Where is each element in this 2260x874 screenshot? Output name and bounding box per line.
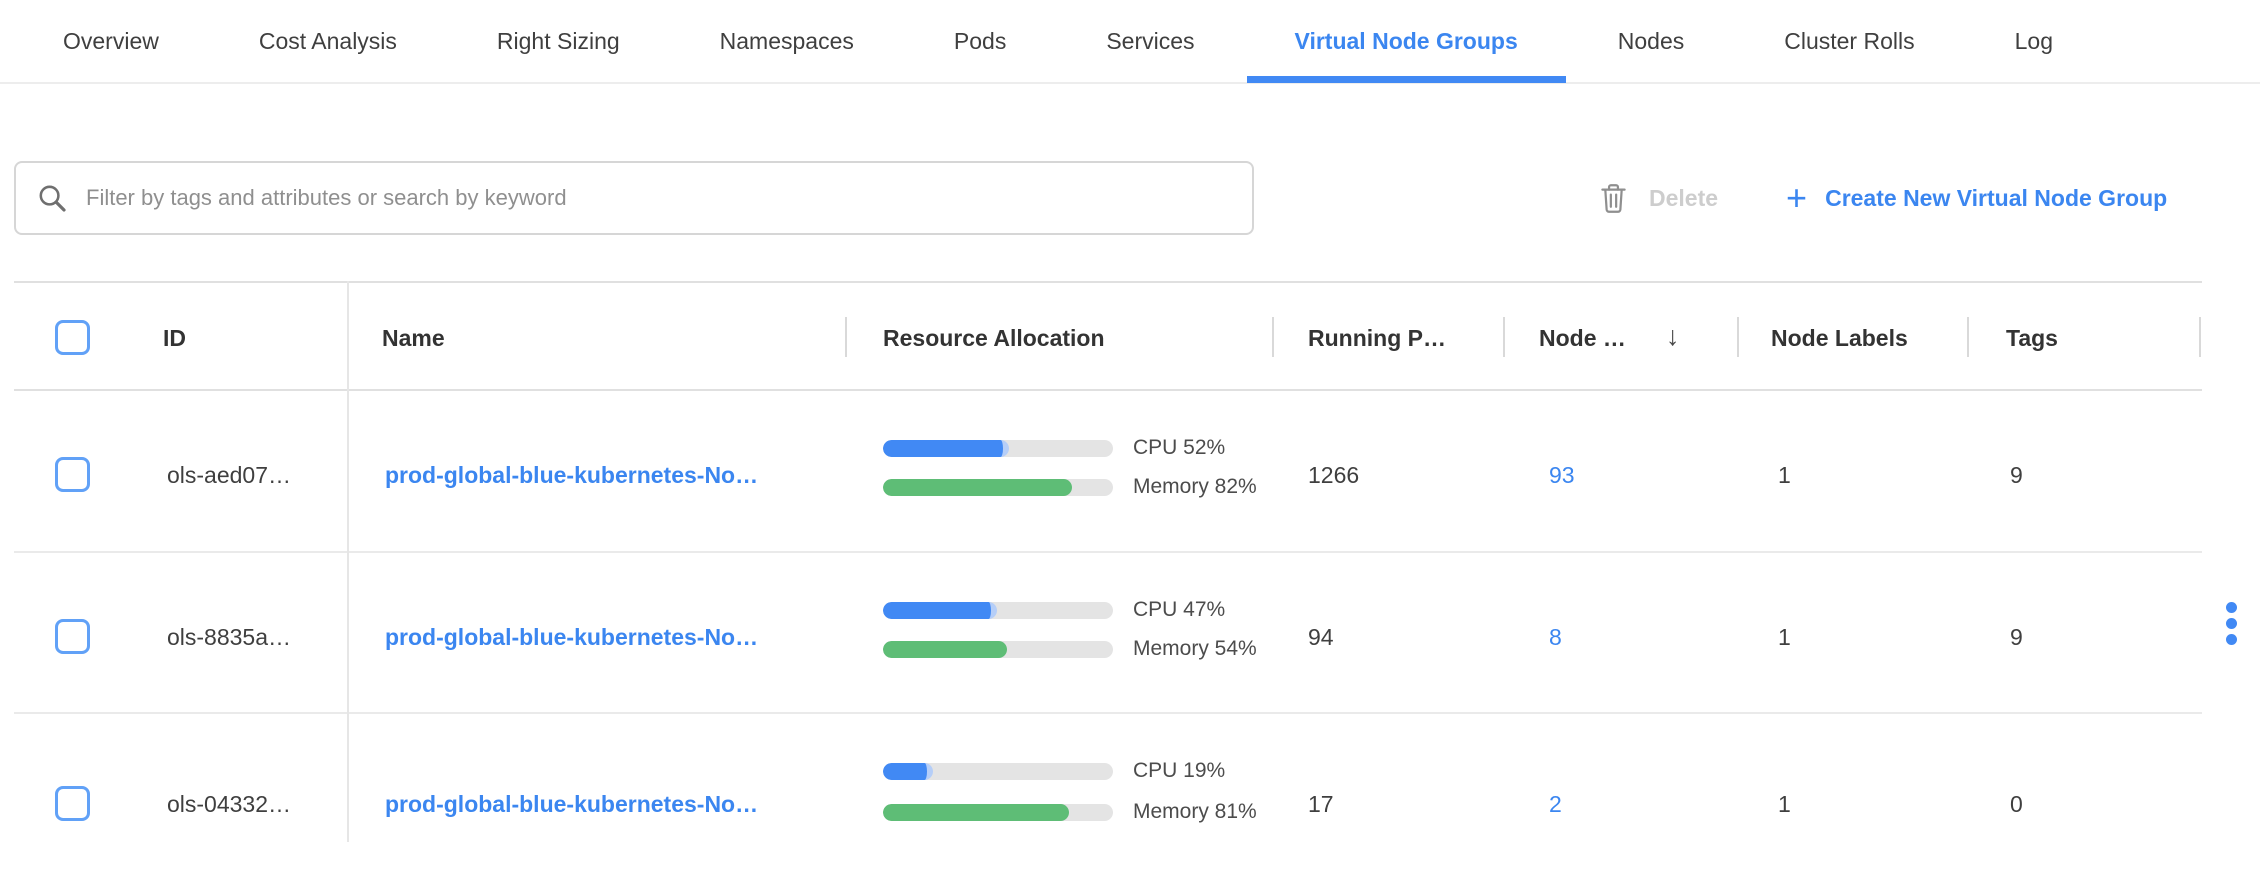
tab-nodes[interactable]: Nodes [1618, 28, 1684, 55]
cpu-usage-bar [883, 763, 1113, 780]
column-header-tags[interactable]: Tags [2006, 324, 2058, 352]
memory-usage-label: Memory 54% [1133, 635, 1257, 663]
nodes-count-link[interactable]: 2 [1549, 790, 1562, 819]
table-row: ols-8835a… prod-global-blue-kubernetes-N… [0, 551, 2260, 713]
column-header-name[interactable]: Name [382, 324, 445, 352]
node-labels-count: 1 [1778, 461, 1791, 490]
row-checkbox[interactable] [55, 619, 90, 654]
top-tab-bar: Overview Cost Analysis Right Sizing Name… [0, 0, 2260, 84]
vng-id: ols-04332… [167, 790, 291, 819]
memory-usage-fill [883, 479, 1072, 496]
column-header-node-labels[interactable]: Node Labels [1771, 324, 1908, 352]
row-checkbox[interactable] [55, 457, 90, 492]
select-all-checkbox[interactable] [55, 320, 90, 355]
column-divider [1737, 317, 1739, 357]
memory-usage-fill [883, 641, 1007, 658]
column-header-resource-allocation[interactable]: Resource Allocation [883, 324, 1105, 352]
row-checkbox[interactable] [55, 786, 90, 821]
memory-usage-bar [883, 804, 1113, 821]
table-header-row: ID Name Resource Allocation Running P… N… [0, 281, 2260, 389]
running-pods-count: 17 [1308, 790, 1334, 819]
vng-id: ols-8835a… [167, 623, 291, 652]
column-header-id[interactable]: ID [163, 324, 186, 352]
tab-overview[interactable]: Overview [63, 28, 159, 55]
search-input[interactable] [84, 184, 1232, 212]
sort-desc-arrow-icon[interactable]: ↓ [1666, 321, 1680, 352]
memory-usage-bar [883, 641, 1113, 658]
cpu-usage-fill [883, 602, 997, 619]
memory-usage-label: Memory 81% [1133, 798, 1257, 826]
vng-name-link[interactable]: prod-global-blue-kubernetes-No… [385, 790, 758, 819]
column-divider [1967, 317, 1969, 357]
column-header-nodes[interactable]: Node … [1539, 324, 1626, 352]
running-pods-count: 94 [1308, 623, 1334, 652]
node-labels-count: 1 [1778, 790, 1791, 819]
tab-cluster-rolls[interactable]: Cluster Rolls [1784, 28, 1914, 55]
cpu-usage-bar [883, 440, 1113, 457]
tags-count: 9 [2010, 623, 2023, 652]
column-divider [2199, 317, 2201, 357]
cpu-usage-label: CPU 47% [1133, 596, 1225, 624]
column-divider [1272, 317, 1274, 357]
delete-button[interactable]: Delete [1600, 183, 1718, 214]
tags-count: 0 [2010, 790, 2023, 819]
tab-log[interactable]: Log [2015, 28, 2053, 55]
tags-count: 9 [2010, 461, 2023, 490]
column-divider [845, 317, 847, 357]
table-row: ols-aed07… prod-global-blue-kubernetes-N… [0, 389, 2260, 551]
filter-search-box[interactable] [14, 161, 1254, 235]
nodes-count-link[interactable]: 8 [1549, 623, 1562, 652]
tab-cost-analysis[interactable]: Cost Analysis [259, 28, 397, 55]
delete-button-label: Delete [1649, 185, 1718, 212]
column-header-running-pods[interactable]: Running P… [1308, 324, 1446, 352]
cpu-usage-fill [883, 763, 933, 780]
node-labels-count: 1 [1778, 623, 1791, 652]
vng-name-link[interactable]: prod-global-blue-kubernetes-No… [385, 461, 758, 490]
nodes-count-link[interactable]: 93 [1549, 461, 1575, 490]
column-divider [1503, 317, 1505, 357]
create-button-label: Create New Virtual Node Group [1825, 185, 2167, 212]
memory-usage-bar [883, 479, 1113, 496]
plus-icon: + [1786, 183, 1807, 213]
trash-icon [1600, 183, 1627, 214]
cpu-usage-fill [883, 440, 1009, 457]
running-pods-count: 1266 [1308, 461, 1359, 490]
memory-usage-fill [883, 804, 1069, 821]
toolbar-actions: Delete + Create New Virtual Node Group [1600, 161, 2167, 235]
search-icon [36, 182, 68, 214]
tab-services[interactable]: Services [1106, 28, 1194, 55]
tab-right-sizing[interactable]: Right Sizing [497, 28, 620, 55]
tab-virtual-node-groups[interactable]: Virtual Node Groups [1295, 28, 1518, 55]
cpu-usage-label: CPU 52% [1133, 434, 1225, 462]
cpu-usage-bar [883, 602, 1113, 619]
cpu-usage-label: CPU 19% [1133, 757, 1225, 785]
tab-namespaces[interactable]: Namespaces [720, 28, 854, 55]
vng-id: ols-aed07… [167, 461, 291, 490]
tab-pods[interactable]: Pods [954, 28, 1006, 55]
vng-name-link[interactable]: prod-global-blue-kubernetes-No… [385, 623, 758, 652]
table-row: ols-04332… prod-global-blue-kubernetes-N… [0, 712, 2260, 874]
memory-usage-label: Memory 82% [1133, 473, 1257, 501]
create-new-virtual-node-group-button[interactable]: + Create New Virtual Node Group [1786, 183, 2167, 213]
